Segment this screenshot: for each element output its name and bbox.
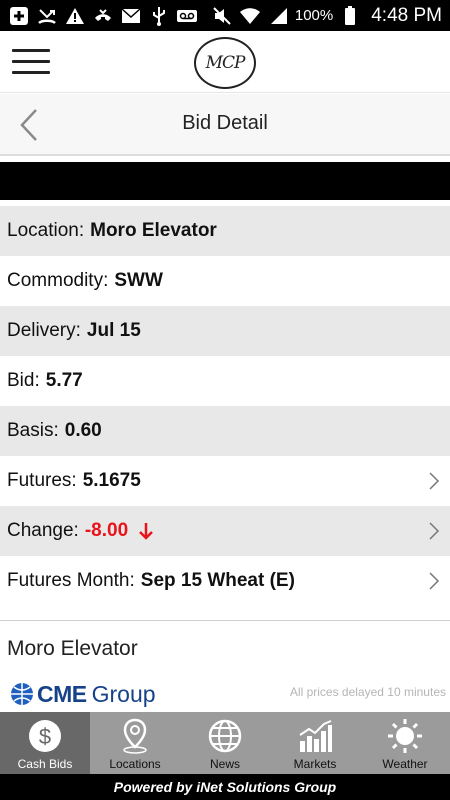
map-pin-icon <box>116 717 154 755</box>
arrow-down-icon <box>138 522 154 540</box>
detail-value: Moro Elevator <box>90 220 217 241</box>
chevron-right-icon <box>428 472 440 490</box>
bar-chart-icon <box>296 717 334 755</box>
mcp-logo: MCP <box>194 37 256 89</box>
tab-weather[interactable]: Weather <box>360 712 450 774</box>
mute-icon <box>211 6 233 26</box>
warning-icon <box>64 6 86 26</box>
bottom-tab-bar: $ Cash Bids Locations News Markets Weath… <box>0 712 450 774</box>
clock: 4:48 PM <box>371 4 442 26</box>
battery-icon <box>339 5 361 26</box>
tab-label: Locations <box>109 757 161 771</box>
detail-label: Futures: <box>7 470 77 491</box>
mail-icon <box>120 6 142 26</box>
detail-value: 5.77 <box>45 370 83 391</box>
detail-label: Change: <box>7 520 79 541</box>
hamburger-menu-icon[interactable] <box>12 49 50 75</box>
chevron-right-icon <box>428 572 440 590</box>
cme-group-text: Group <box>91 680 156 707</box>
voicemail-icon <box>176 6 198 26</box>
tab-markets[interactable]: Markets <box>270 712 360 774</box>
powered-by-footer[interactable]: Powered by iNet Solutions Group <box>0 774 450 800</box>
title-bar: Bid Detail <box>0 94 450 156</box>
detail-label: Commodity: <box>7 270 109 291</box>
globe-icon <box>206 717 244 755</box>
detail-row-location: Location: Moro Elevator <box>0 206 450 256</box>
chevron-right-icon <box>428 522 440 540</box>
detail-row-bid: Bid: 5.77 <box>0 356 450 406</box>
detail-value: SWW <box>114 270 163 291</box>
tab-locations[interactable]: Locations <box>90 712 180 774</box>
location-name: Moro Elevator <box>7 637 138 660</box>
battery-percent: 100% <box>294 7 334 24</box>
wifi-icon <box>239 6 261 26</box>
dollar-icon: $ <box>26 717 64 755</box>
cme-globe-icon <box>10 682 34 706</box>
cme-brand: CME <box>37 680 87 707</box>
detail-label: Location: <box>7 220 85 241</box>
detail-label: Delivery: <box>7 320 81 341</box>
black-banner <box>0 162 450 200</box>
detail-row-commodity: Commodity: SWW <box>0 256 450 306</box>
page-title: Bid Detail <box>182 112 268 134</box>
detail-row-basis: Basis: 0.60 <box>0 406 450 456</box>
detail-value: 0.60 <box>64 420 102 441</box>
tab-cash-bids[interactable]: $ Cash Bids <box>0 712 90 774</box>
tab-news[interactable]: News <box>180 712 270 774</box>
status-bar: 100% 4:48 PM <box>0 0 450 31</box>
tab-label: Cash Bids <box>17 757 73 771</box>
delay-note: All prices delayed 10 minutes <box>289 685 446 699</box>
detail-row-futures[interactable]: Futures: 5.1675 <box>0 456 450 506</box>
tab-label: Markets <box>293 757 337 771</box>
svg-text:$: $ <box>39 724 51 749</box>
divider <box>0 620 450 621</box>
detail-label: Basis: <box>7 420 59 441</box>
cme-group-logo: CME Group <box>10 679 156 709</box>
tab-label: Weather <box>382 757 428 771</box>
voicemail-handset-icon <box>92 6 114 26</box>
sun-icon <box>386 717 424 755</box>
plus-icon <box>8 6 30 26</box>
detail-value: Jul 15 <box>86 320 141 341</box>
detail-row-futures-month[interactable]: Futures Month: Sep 15 Wheat (E) <box>0 556 450 606</box>
tab-label: News <box>209 757 240 771</box>
detail-label: Futures Month: <box>7 570 135 591</box>
app-header: MCP <box>0 31 450 93</box>
detail-value: -8.00 <box>84 520 129 541</box>
detail-row-delivery: Delivery: Jul 15 <box>0 306 450 356</box>
detail-value: Sep 15 Wheat (E) <box>140 570 295 591</box>
logo-text: MCP <box>205 53 246 73</box>
usb-icon <box>148 6 170 26</box>
missed-call-icon <box>36 6 58 26</box>
signal-icon <box>267 6 289 26</box>
detail-row-change[interactable]: Change: -8.00 <box>0 506 450 556</box>
detail-value: 5.1675 <box>82 470 141 491</box>
bid-detail-list: Location: Moro Elevator Commodity: SWW D… <box>0 206 450 606</box>
detail-label: Bid: <box>7 370 40 391</box>
